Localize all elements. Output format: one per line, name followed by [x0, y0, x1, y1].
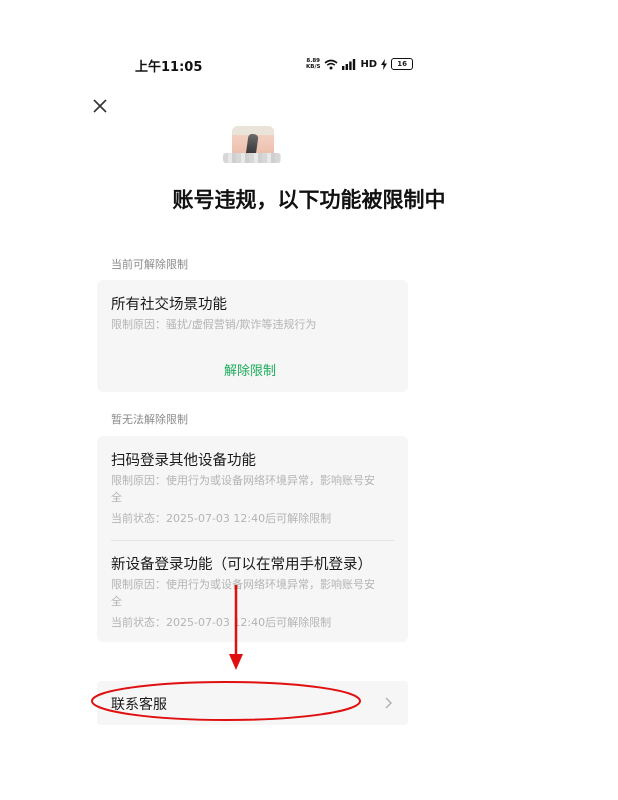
- lift-restriction-button[interactable]: 解除限制: [224, 360, 276, 379]
- section-label-removable: 当前可解除限制: [111, 258, 188, 271]
- page-title: 账号违规，以下功能被限制中: [172, 188, 446, 212]
- charging-icon: [381, 58, 388, 70]
- restriction-reason: 限制原因：使用行为或设备网络环境异常，影响账号安: [111, 474, 375, 487]
- restriction-title: 新设备登录功能（可以在常用手机登录）: [111, 557, 372, 573]
- net-speed: 8.89 KB/S: [306, 58, 320, 70]
- restriction-reason-cont: 全: [111, 491, 122, 504]
- restriction-status: 当前状态：2025-07-03 12:40后可解除限制: [111, 512, 332, 525]
- network-type-label: HD: [360, 58, 378, 70]
- restriction-title: 所有社交场景功能: [111, 297, 227, 313]
- contact-support-label: 联系客服: [111, 697, 167, 713]
- signal-icon: [342, 58, 356, 70]
- close-button[interactable]: [91, 97, 109, 115]
- annotation-overlay: [91, 585, 361, 721]
- battery-icon: 16: [391, 58, 414, 70]
- restriction-title: 扫码登录其他设备功能: [111, 453, 256, 469]
- restriction-status: 当前状态：2025-07-03 12:40后可解除限制: [111, 616, 332, 629]
- restriction-reason: 限制原因：骚扰/虚假营销/欺诈等违规行为: [111, 318, 317, 331]
- chevron-right-icon: [385, 697, 392, 709]
- status-icons: 8.89 KB/S HD 16: [306, 57, 414, 71]
- section-label-non-removable: 暂无法解除限制: [111, 413, 188, 426]
- net-speed-unit: KB/S: [306, 64, 321, 70]
- annotation-arrow-head: [229, 654, 243, 670]
- status-time: 上午11:05: [135, 60, 203, 75]
- restriction-reason-cont: 全: [111, 595, 122, 608]
- divider: [111, 540, 394, 541]
- wifi-icon: [324, 59, 338, 69]
- username-blurred: [223, 153, 281, 163]
- restriction-reason: 限制原因：使用行为或设备网络环境异常，影响账号安: [111, 578, 375, 591]
